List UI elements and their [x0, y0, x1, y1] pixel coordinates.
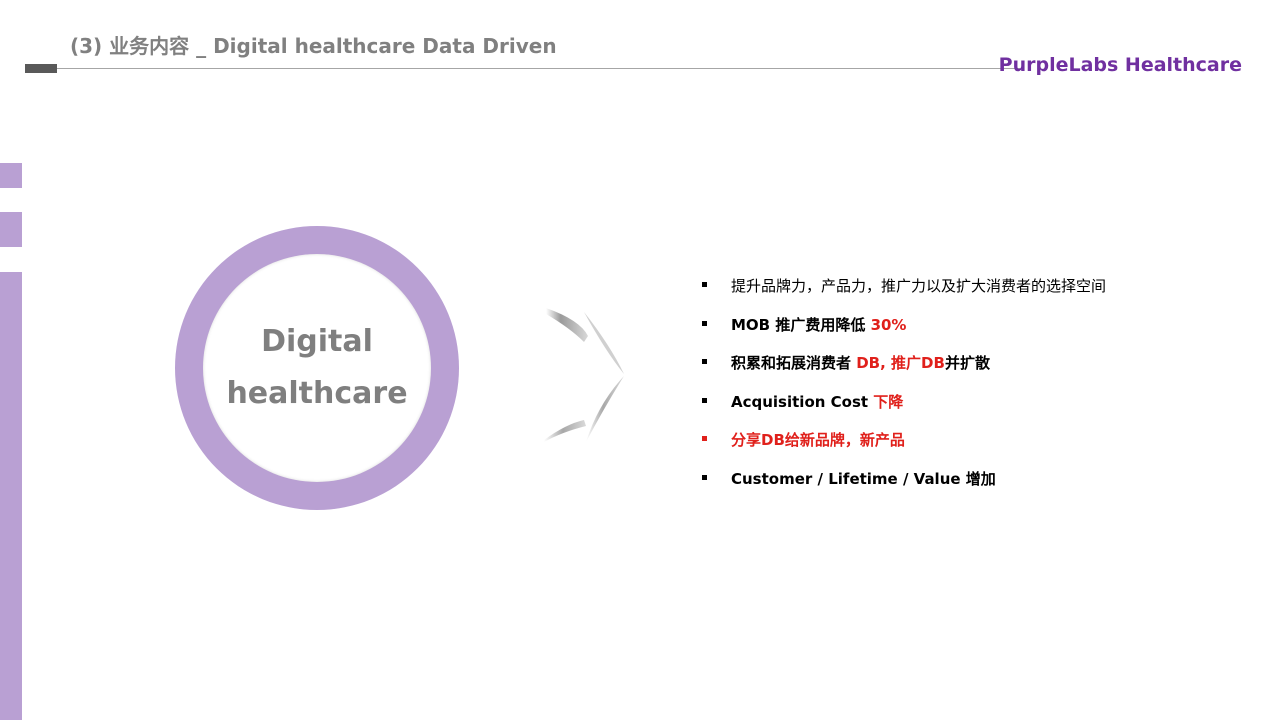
list-item-text: 分享DB给新品牌，新产品	[731, 431, 905, 450]
list-item: Customer / Lifetime / Value 增加	[702, 461, 1106, 500]
bullet-square-icon	[702, 397, 707, 403]
list-item: 分享DB给新品牌，新产品	[702, 422, 1106, 461]
slide-title: (3) 业务内容 _ Digital healthcare Data Drive…	[70, 34, 557, 58]
ring-label-line1: Digital	[261, 324, 373, 359]
list-item-highlight: DB, 推广DB	[856, 354, 945, 373]
digital-healthcare-ring: Digital healthcare	[175, 226, 459, 510]
bullet-square-icon	[702, 320, 707, 326]
left-accent-bar-1	[0, 163, 22, 188]
benefit-list: 提升品牌力，产品力，推广力以及扩大消费者的选择空间 MOB 推广费用降低 30%…	[702, 268, 1106, 500]
bullet-square-icon	[702, 474, 707, 480]
list-item-highlight: 30%	[870, 315, 907, 334]
list-item: 积累和拓展消费者 DB, 推广DB并扩散	[702, 345, 1106, 384]
list-item-text: Acquisition Cost	[731, 392, 874, 411]
brand-name: PurpleLabs Healthcare	[998, 54, 1242, 76]
bullet-square-icon	[702, 282, 707, 287]
list-item: Acquisition Cost 下降	[702, 384, 1106, 423]
bullet-square-icon	[702, 359, 707, 365]
list-item: MOB 推广费用降低 30%	[702, 307, 1106, 346]
list-item: 提升品牌力，产品力，推广力以及扩大消费者的选择空间	[702, 268, 1106, 307]
left-accent-bar-3	[0, 272, 22, 720]
bullet-square-icon	[702, 436, 707, 442]
ring-label-line2: healthcare	[226, 376, 408, 411]
list-item-text: MOB 推广费用降低	[731, 315, 871, 334]
list-item-text: Customer / Lifetime / Value 增加	[731, 469, 996, 488]
chevron-right-icon	[544, 308, 624, 442]
list-item-text: 积累和拓展消费者	[731, 354, 857, 373]
list-item-highlight: 下降	[873, 392, 904, 411]
title-accent-block	[25, 64, 57, 73]
list-item-suffix: 并扩散	[944, 354, 990, 373]
list-item-text: 提升品牌力，产品力，推广力以及扩大消费者的选择空间	[731, 277, 1107, 295]
ring-label: Digital healthcare	[226, 316, 407, 420]
ring-center: Digital healthcare	[203, 254, 431, 482]
left-accent-bar-2	[0, 212, 22, 247]
title-rule	[57, 68, 1020, 69]
